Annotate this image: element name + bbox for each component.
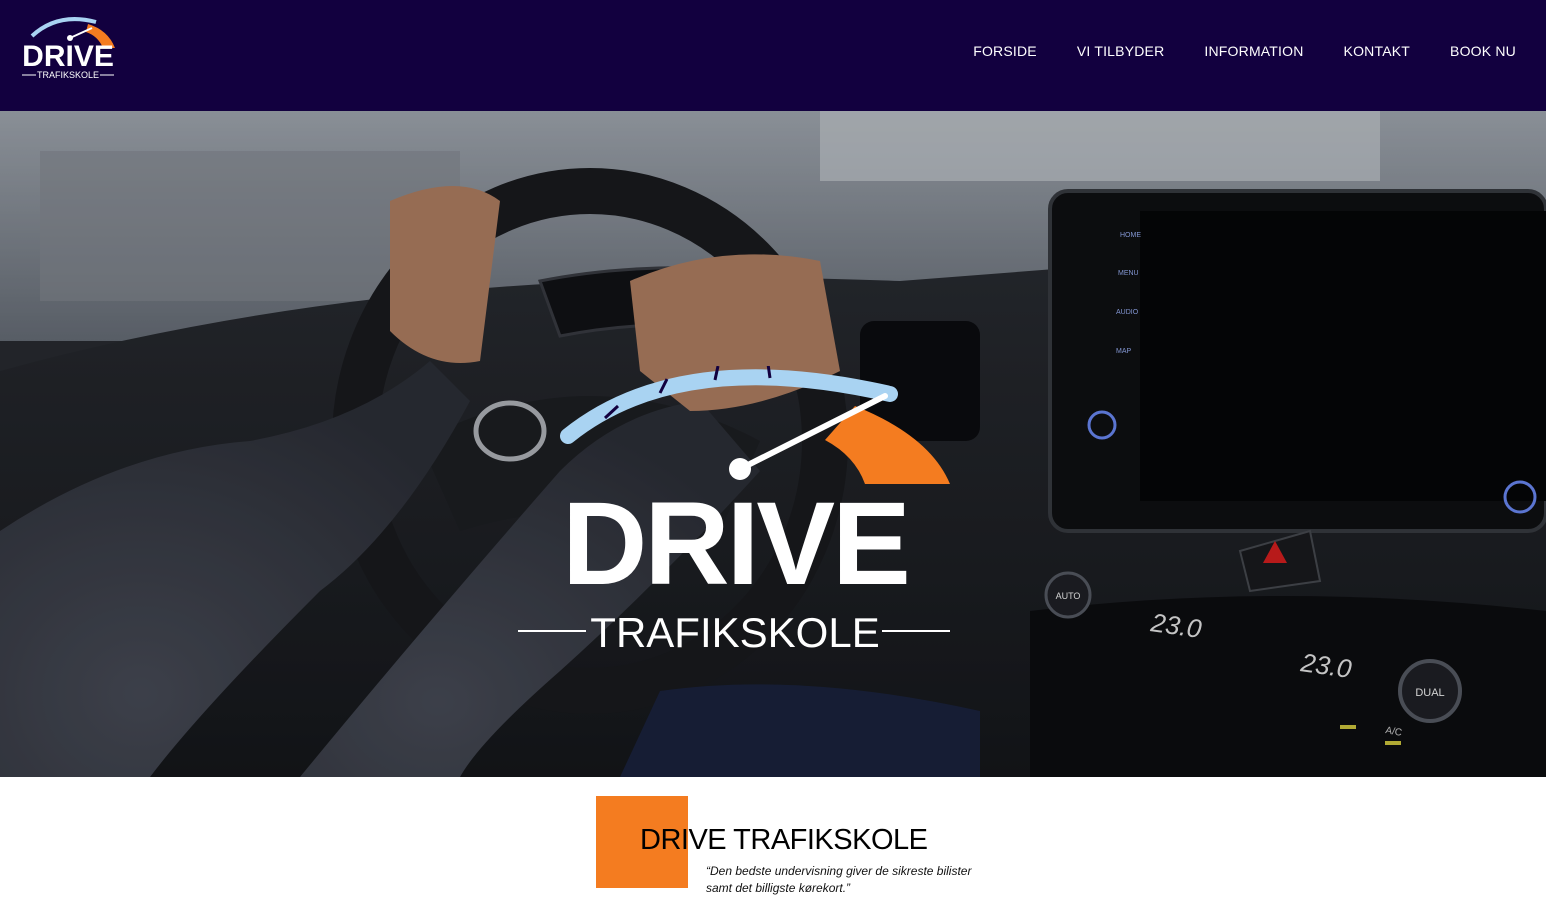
- hero-logo-pivot: [729, 458, 751, 480]
- intro-section: DRIVE TRAFIKSKOLE “Den bedste undervisni…: [0, 777, 1546, 909]
- logo-swoosh: [30, 17, 97, 38]
- nav-book-nu[interactable]: BOOK NU: [1450, 43, 1516, 59]
- main-nav: FORSIDE VI TILBYDER INFORMATION KONTAKT …: [973, 43, 1516, 59]
- logo[interactable]: DRIVE TRAFIKSKOLE: [18, 14, 118, 84]
- logo-subtitle: TRAFIKSKOLE: [37, 70, 99, 80]
- nav-vi-tilbyder[interactable]: VI TILBYDER: [1077, 43, 1165, 59]
- site-header: DRIVE TRAFIKSKOLE FORSIDE VI TILBYDER IN…: [0, 0, 1546, 111]
- hero-logo-subtitle: TRAFIKSKOLE: [590, 609, 879, 656]
- hero-banner: HOME MENU AUDIO MAP AUTO DUAL 23.0 23.0 …: [0, 111, 1546, 777]
- hero-logo-wordmark: DRIVE: [562, 478, 908, 610]
- nav-kontakt[interactable]: KONTAKT: [1344, 43, 1410, 59]
- intro-tagline: “Den bedste undervisning giver de sikres…: [706, 864, 972, 895]
- hero-logo: DRIVE TRAFIKSKOLE: [518, 366, 950, 656]
- logo-wordmark: DRIVE: [22, 40, 114, 73]
- nav-information[interactable]: INFORMATION: [1204, 43, 1303, 59]
- intro-title: DRIVE TRAFIKSKOLE: [640, 824, 928, 856]
- hero-logo-tick-4: [766, 366, 772, 379]
- nav-forside[interactable]: FORSIDE: [973, 43, 1037, 59]
